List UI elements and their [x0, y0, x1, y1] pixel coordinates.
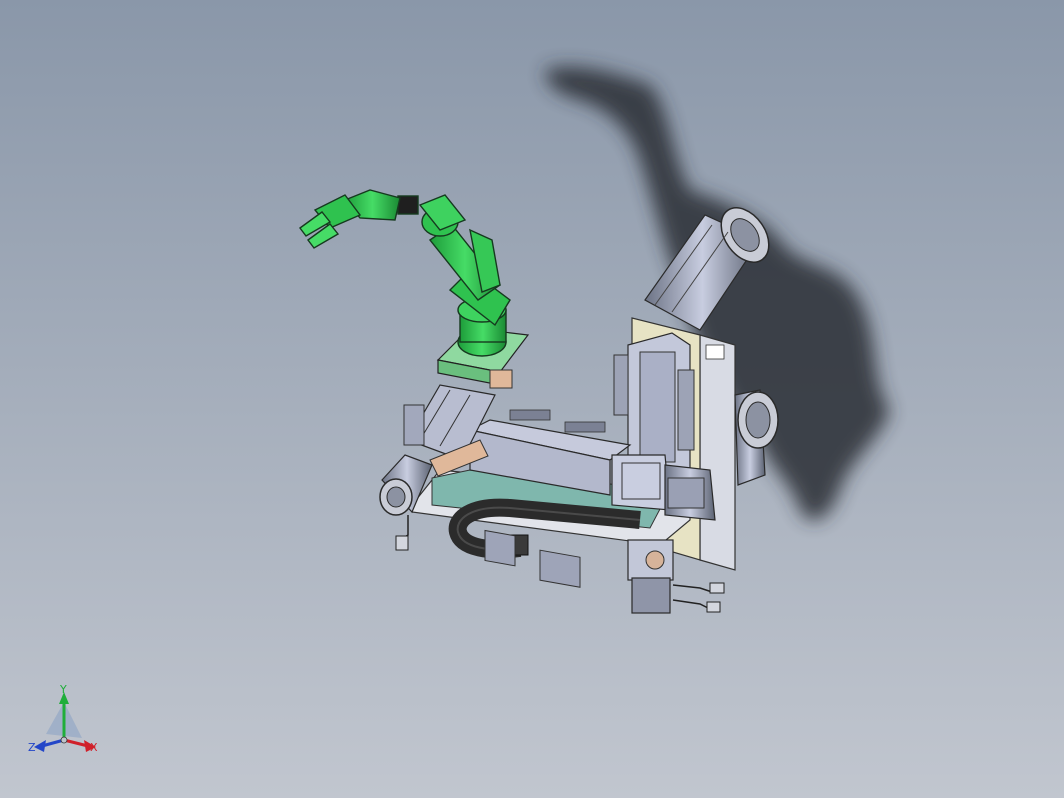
six-axis-robot-arm[interactable] — [299, 189, 511, 357]
cad-model-scene[interactable] — [0, 0, 1064, 798]
x-axis-label: X — [90, 741, 98, 754]
triad-origin — [60, 736, 68, 744]
z-axis-arrowhead — [34, 740, 46, 752]
coordinate-triad: Y X Z — [28, 683, 98, 754]
3d-viewport[interactable]: Y X Z — [0, 0, 1064, 798]
z-axis-linear-module[interactable] — [613, 332, 695, 471]
vertical-servo-motor-lower[interactable] — [734, 389, 779, 486]
z-axis-label: Z — [28, 741, 36, 754]
y-axis-label: Y — [59, 683, 67, 696]
